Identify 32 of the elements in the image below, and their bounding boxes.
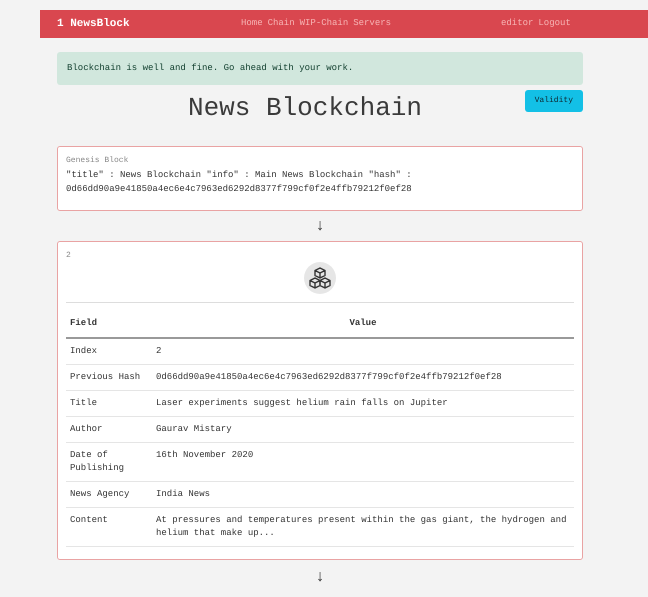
value-cell: 16th November 2020 <box>152 442 574 481</box>
value-cell: 0d66dd90a9e41850a4ec6e4c7963ed6292d8377f799cf0f2e4ffb79212f0ef28 <box>152 364 574 390</box>
page-heading: News Blockchain <box>188 92 424 124</box>
genesis-text: "title" : News Blockchain "info" : Main News Blockchain "hash" : 0d66dd90a9e41850a4ec6e4c7963ed6292d8377f799cf0f2e4ffb79212f0ef28 <box>66 169 413 196</box>
nav-link[interactable]: Home <box>241 17 263 31</box>
cubes-icon <box>304 262 336 294</box>
block-label: Genesis Block <box>66 155 130 167</box>
value-cell: At pressures and temperatures present within the gas giant, the hydrogen and helium that make up... <box>152 507 574 546</box>
column-header: Field <box>66 311 152 338</box>
value-cell: India News <box>152 481 574 507</box>
validity-button[interactable]: Validity <box>524 90 583 112</box>
field-cell: Title <box>66 390 152 416</box>
field-cell: Index <box>66 338 152 364</box>
nav-link[interactable]: editor <box>501 17 534 31</box>
value-cell: 2 <box>152 338 574 364</box>
value-cell: Gaurav Mistary <box>152 416 574 442</box>
success-alert: Blockchain is well and fine. Go ahead with your work. <box>57 52 583 85</box>
nav-link[interactable]: Servers <box>353 17 392 31</box>
field-cell: Date of Publishing <box>66 442 152 481</box>
field-cell: Previous Hash <box>66 364 152 390</box>
brand-link[interactable]: 1 NewsBlock <box>57 16 241 32</box>
down-arrow: ↓ <box>315 216 325 237</box>
value-cell: Laser experiments suggest helium rain falls on Jupiter <box>152 390 574 416</box>
nav-link[interactable]: Chain <box>268 17 295 31</box>
field-cell: Content <box>66 507 152 546</box>
nav-link[interactable]: Logout <box>538 17 571 31</box>
column-header: Value <box>152 311 574 338</box>
down-arrow: ↓ <box>315 566 325 588</box>
nav-link[interactable]: WIP-Chain <box>300 17 348 31</box>
field-cell: News Agency <box>66 481 152 507</box>
block-number: 2 <box>66 250 72 262</box>
field-cell: Author <box>66 416 152 442</box>
